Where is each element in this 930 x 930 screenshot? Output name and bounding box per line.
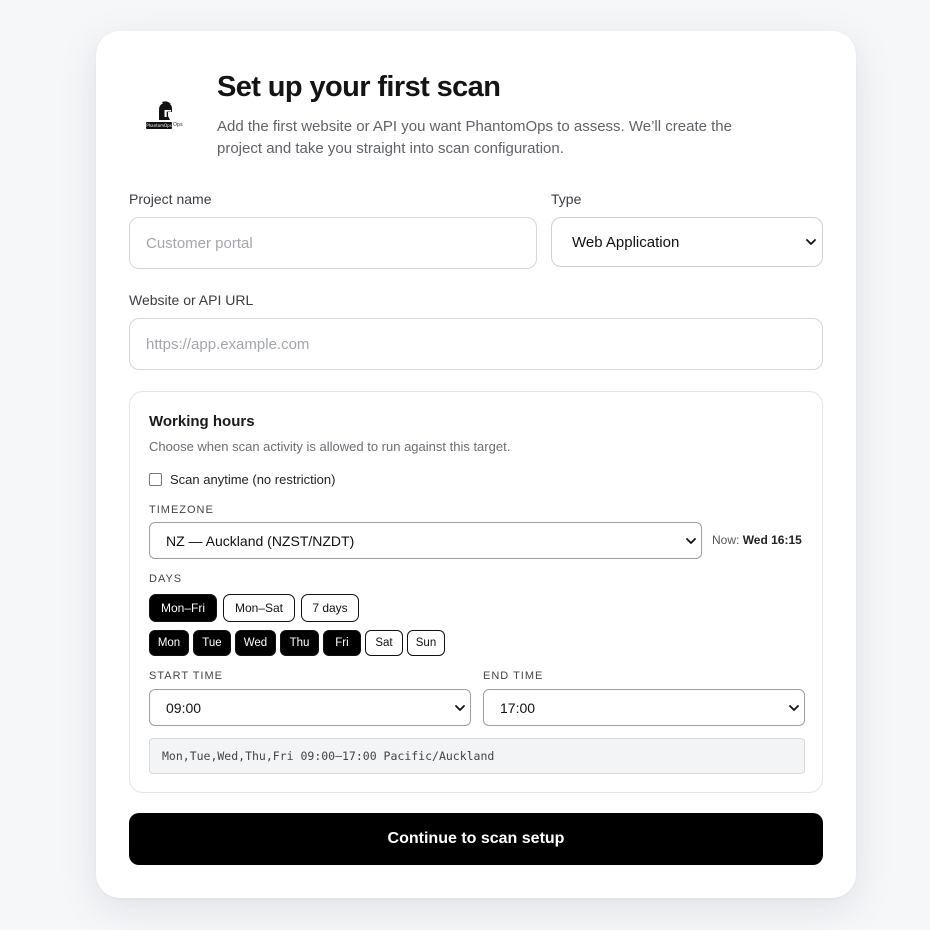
day-toggle-thu[interactable]: Thu — [280, 630, 319, 656]
page-title: Set up your first scan — [217, 71, 501, 103]
end-time-caption: END TIME — [483, 670, 544, 682]
phantomops-logo: PhantomOps Ops — [144, 101, 186, 133]
preset-label: Mon–Sat — [234, 601, 284, 615]
continue-to-scan-setup-button[interactable]: Continue to scan setup — [129, 813, 823, 865]
spartan-helmet-icon — [159, 101, 172, 120]
day-label: Thu — [289, 637, 310, 649]
preset-mon-sat-button[interactable]: Mon–Sat — [223, 594, 295, 622]
end-time-value: 17:00 — [500, 699, 536, 716]
day-toggle-sun[interactable]: Sun — [407, 630, 445, 656]
chevron-down-icon — [686, 538, 696, 544]
current-time-value: Wed 16:15 — [742, 533, 802, 547]
working-hours-description: Choose when scan activity is allowed to … — [149, 439, 511, 454]
day-toggle-tue[interactable]: Tue — [193, 630, 231, 656]
chevron-down-icon — [806, 239, 816, 245]
timezone-select[interactable]: NZ — Auckland (NZST/NZDT) — [149, 522, 702, 559]
scan-anytime-row[interactable]: Scan anytime (no restriction) — [149, 472, 335, 487]
url-input[interactable] — [129, 318, 823, 370]
logo-suffix: Ops — [173, 122, 183, 128]
start-time-select[interactable]: 09:00 — [149, 689, 471, 726]
day-toggle-sat[interactable]: Sat — [365, 630, 403, 656]
day-label: Mon — [157, 637, 181, 649]
chevron-down-icon — [455, 705, 465, 711]
type-select-value: Web Application — [572, 233, 680, 251]
day-toggle-wed[interactable]: Wed — [235, 630, 276, 656]
preset-label: Mon–Fri — [160, 601, 205, 615]
preset-label: 7 days — [312, 601, 348, 615]
start-time-caption: START TIME — [149, 670, 223, 682]
project-name-label: Project name — [129, 191, 212, 207]
day-label: Wed — [243, 637, 268, 649]
timezone-caption: TIMEZONE — [149, 504, 214, 516]
type-select[interactable]: Web Application — [551, 217, 823, 267]
url-label: Website or API URL — [129, 292, 254, 308]
type-label: Type — [551, 191, 582, 207]
current-time-label: Now: — [712, 533, 740, 547]
working-hours-panel: Working hours Choose when scan activity … — [129, 391, 823, 793]
day-toggle-mon[interactable]: Mon — [149, 630, 189, 656]
setup-card: PhantomOps Ops Set up your first scan Ad… — [96, 31, 856, 898]
preset-mon-fri-button[interactable]: Mon–Fri — [149, 594, 217, 622]
day-label: Fri — [335, 637, 349, 649]
working-hours-title: Working hours — [149, 413, 255, 430]
day-label: Tue — [202, 637, 222, 649]
day-toggle-fri[interactable]: Fri — [323, 630, 361, 656]
scan-anytime-label: Scan anytime (no restriction) — [170, 472, 336, 487]
day-label: Sat — [375, 637, 393, 649]
logo-wordmark: PhantomOps — [146, 122, 172, 129]
chevron-down-icon — [789, 705, 799, 711]
page-subtitle: Add the first website or API you want Ph… — [217, 118, 732, 157]
days-caption: DAYS — [149, 573, 183, 585]
timezone-select-value: NZ — Auckland (NZST/NZDT) — [166, 532, 355, 549]
current-time-readout: Now: Wed 16:15 — [712, 533, 802, 547]
project-name-input[interactable] — [129, 217, 537, 269]
continue-button-label: Continue to scan setup — [387, 830, 565, 847]
schedule-summary: Mon,Tue,Wed,Thu,Fri 09:00–17:00 Pacific/… — [149, 738, 805, 774]
day-label: Sun — [415, 637, 437, 649]
end-time-select[interactable]: 17:00 — [483, 689, 805, 726]
preset-7-days-button[interactable]: 7 days — [301, 594, 359, 622]
scan-anytime-checkbox[interactable] — [149, 473, 162, 486]
start-time-value: 09:00 — [166, 699, 202, 716]
